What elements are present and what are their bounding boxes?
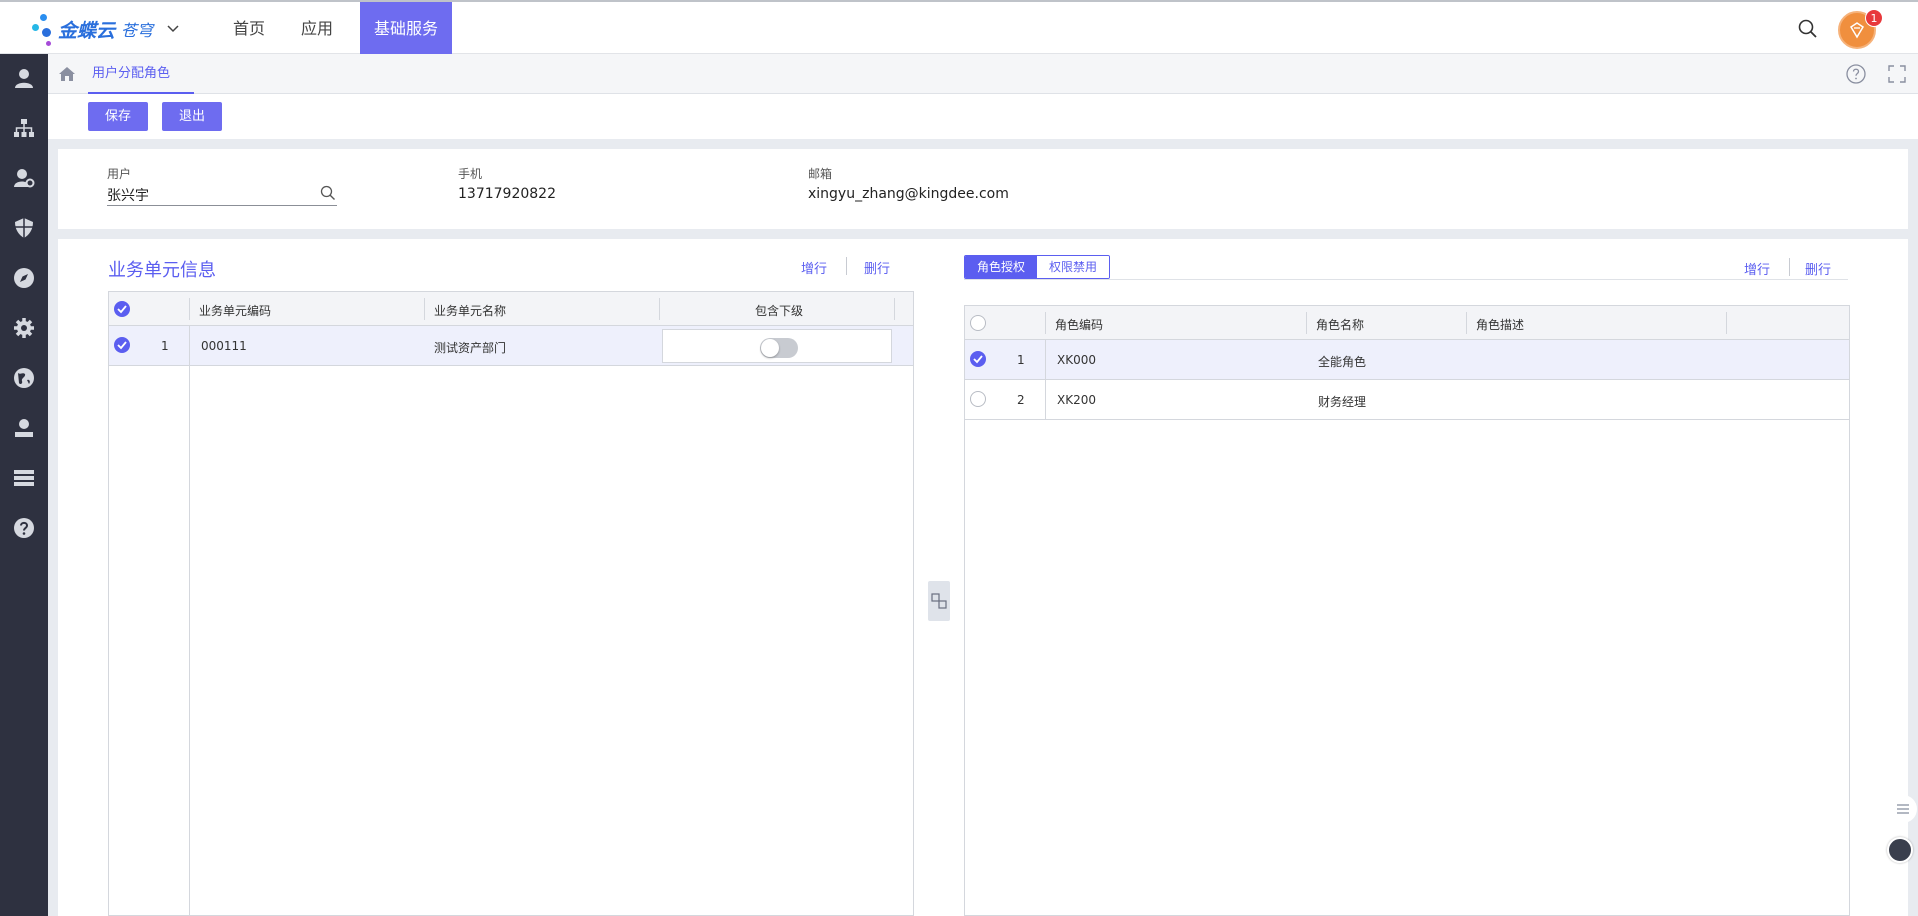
toggle-knob <box>761 339 779 357</box>
assistant-avatar[interactable] <box>1887 837 1913 863</box>
user-field[interactable]: 张兴宇 <box>107 185 149 205</box>
row-checkbox[interactable] <box>970 351 986 367</box>
role-code-cell[interactable]: XK000 <box>1057 353 1096 367</box>
email-value: xingyu_zhang@kingdee.com <box>808 186 1009 202</box>
home-icon[interactable] <box>58 65 76 83</box>
logo-text: 金蝶云 <box>58 19 116 42</box>
row-index: 1 <box>161 339 169 353</box>
nav-basic-services[interactable]: 基础服务 <box>360 2 453 54</box>
divider <box>964 279 1848 280</box>
role-name-cell[interactable]: 财务经理 <box>1318 393 1366 410</box>
divider <box>846 257 847 275</box>
tab-bar: 用户分配角色 <box>48 54 1918 94</box>
header-include-sub: 包含下级 <box>755 304 804 318</box>
header-role-name: 角色名称 <box>1316 318 1365 332</box>
tab-permission-disable[interactable]: 权限禁用 <box>1037 256 1110 278</box>
shield-icon[interactable] <box>12 216 36 240</box>
top-bar: 金蝶云 苍穹 首页 应用 基础服务 1 <box>0 0 1918 54</box>
logo[interactable]: 金蝶云 苍穹 <box>32 12 179 46</box>
notification-badge: 1 <box>1865 9 1883 27</box>
fullscreen-icon[interactable] <box>1886 63 1908 89</box>
header-bu-name: 业务单元名称 <box>434 304 507 318</box>
user-settings-icon[interactable] <box>12 166 36 190</box>
user-label: 用户 <box>107 167 132 181</box>
role-tabs: 角色授权 权限禁用 <box>964 255 1111 279</box>
row-checkbox[interactable] <box>970 391 986 407</box>
select-all-checkbox[interactable] <box>114 301 130 317</box>
help-circle-icon[interactable] <box>1845 63 1867 89</box>
nav-home[interactable]: 首页 <box>220 2 278 54</box>
bu-code-cell[interactable]: 000111 <box>201 339 247 353</box>
bu-add-row-button[interactable]: 增行 <box>801 258 827 277</box>
tab-user-assign-role[interactable]: 用户分配角色 <box>88 54 194 94</box>
table-row[interactable]: 2 XK200 财务经理 <box>965 380 1849 420</box>
splitter-handle[interactable] <box>928 581 950 621</box>
grid-header: 角色编码 角色名称 角色描述 <box>965 306 1849 340</box>
phone-label: 手机 <box>458 167 483 181</box>
exit-button[interactable]: 退出 <box>162 102 222 131</box>
search-icon[interactable] <box>320 185 336 205</box>
bu-delete-row-button[interactable]: 删行 <box>864 258 890 277</box>
chevron-down-icon[interactable] <box>167 22 179 36</box>
business-unit-title: 业务单元信息 <box>108 260 216 281</box>
search-icon[interactable] <box>1797 18 1819 40</box>
role-code-cell[interactable]: XK200 <box>1057 393 1096 407</box>
header-bu-code: 业务单元编码 <box>199 304 272 318</box>
person-icon[interactable] <box>12 416 36 440</box>
bu-name-cell[interactable]: 测试资产部门 <box>434 339 506 356</box>
divider <box>1789 258 1790 276</box>
user-info-panel: 用户 张兴宇 手机 13717920822 邮箱 xingyu_zhang@ki… <box>58 149 1908 229</box>
nav-apps[interactable]: 应用 <box>288 2 346 54</box>
org-chart-icon[interactable] <box>12 116 36 140</box>
toolbar: 保存 退出 <box>48 94 1918 139</box>
sidebar <box>0 54 48 916</box>
email-label: 邮箱 <box>808 167 833 181</box>
compass-icon[interactable] <box>12 266 36 290</box>
role-grid: 角色编码 角色名称 角色描述 1 XK000 全能角色 2 XK200 财务经理 <box>964 305 1850 916</box>
server-icon[interactable] <box>12 466 36 490</box>
menu-icon[interactable] <box>1888 794 1918 824</box>
tab-role-authorization[interactable]: 角色授权 <box>965 256 1038 278</box>
header-role-code: 角色编码 <box>1055 318 1104 332</box>
gear-icon[interactable] <box>12 316 36 340</box>
role-add-row-button[interactable]: 增行 <box>1744 259 1770 278</box>
select-all-checkbox[interactable] <box>970 315 986 331</box>
role-delete-row-button[interactable]: 删行 <box>1805 259 1831 278</box>
main-panel: 业务单元信息 增行 删行 业务单元编码 业务单元名称 包含下级 1 000111… <box>58 239 1908 916</box>
include-sub-cell <box>662 329 892 363</box>
row-index: 2 <box>1017 393 1025 407</box>
logo-subtext: 苍穹 <box>121 21 154 40</box>
grid-header: 业务单元编码 业务单元名称 包含下级 <box>109 292 913 326</box>
logo-mark <box>32 12 56 46</box>
user-field-underline <box>107 205 337 206</box>
table-row[interactable]: 1 000111 测试资产部门 <box>109 326 913 366</box>
globe-icon[interactable] <box>12 366 36 390</box>
business-unit-grid: 业务单元编码 业务单元名称 包含下级 1 000111 测试资产部门 <box>108 291 914 916</box>
phone-value: 13717920822 <box>458 186 556 202</box>
main-nav: 首页 应用 基础服务 <box>220 2 462 54</box>
user-icon[interactable] <box>12 66 36 90</box>
table-row[interactable]: 1 XK000 全能角色 <box>965 340 1849 380</box>
row-index: 1 <box>1017 353 1025 367</box>
header-role-desc: 角色描述 <box>1476 318 1525 332</box>
help-icon[interactable] <box>12 516 36 540</box>
role-name-cell[interactable]: 全能角色 <box>1318 353 1366 370</box>
row-checkbox[interactable] <box>114 337 130 353</box>
save-button[interactable]: 保存 <box>88 102 148 131</box>
include-sub-toggle[interactable] <box>760 338 798 358</box>
